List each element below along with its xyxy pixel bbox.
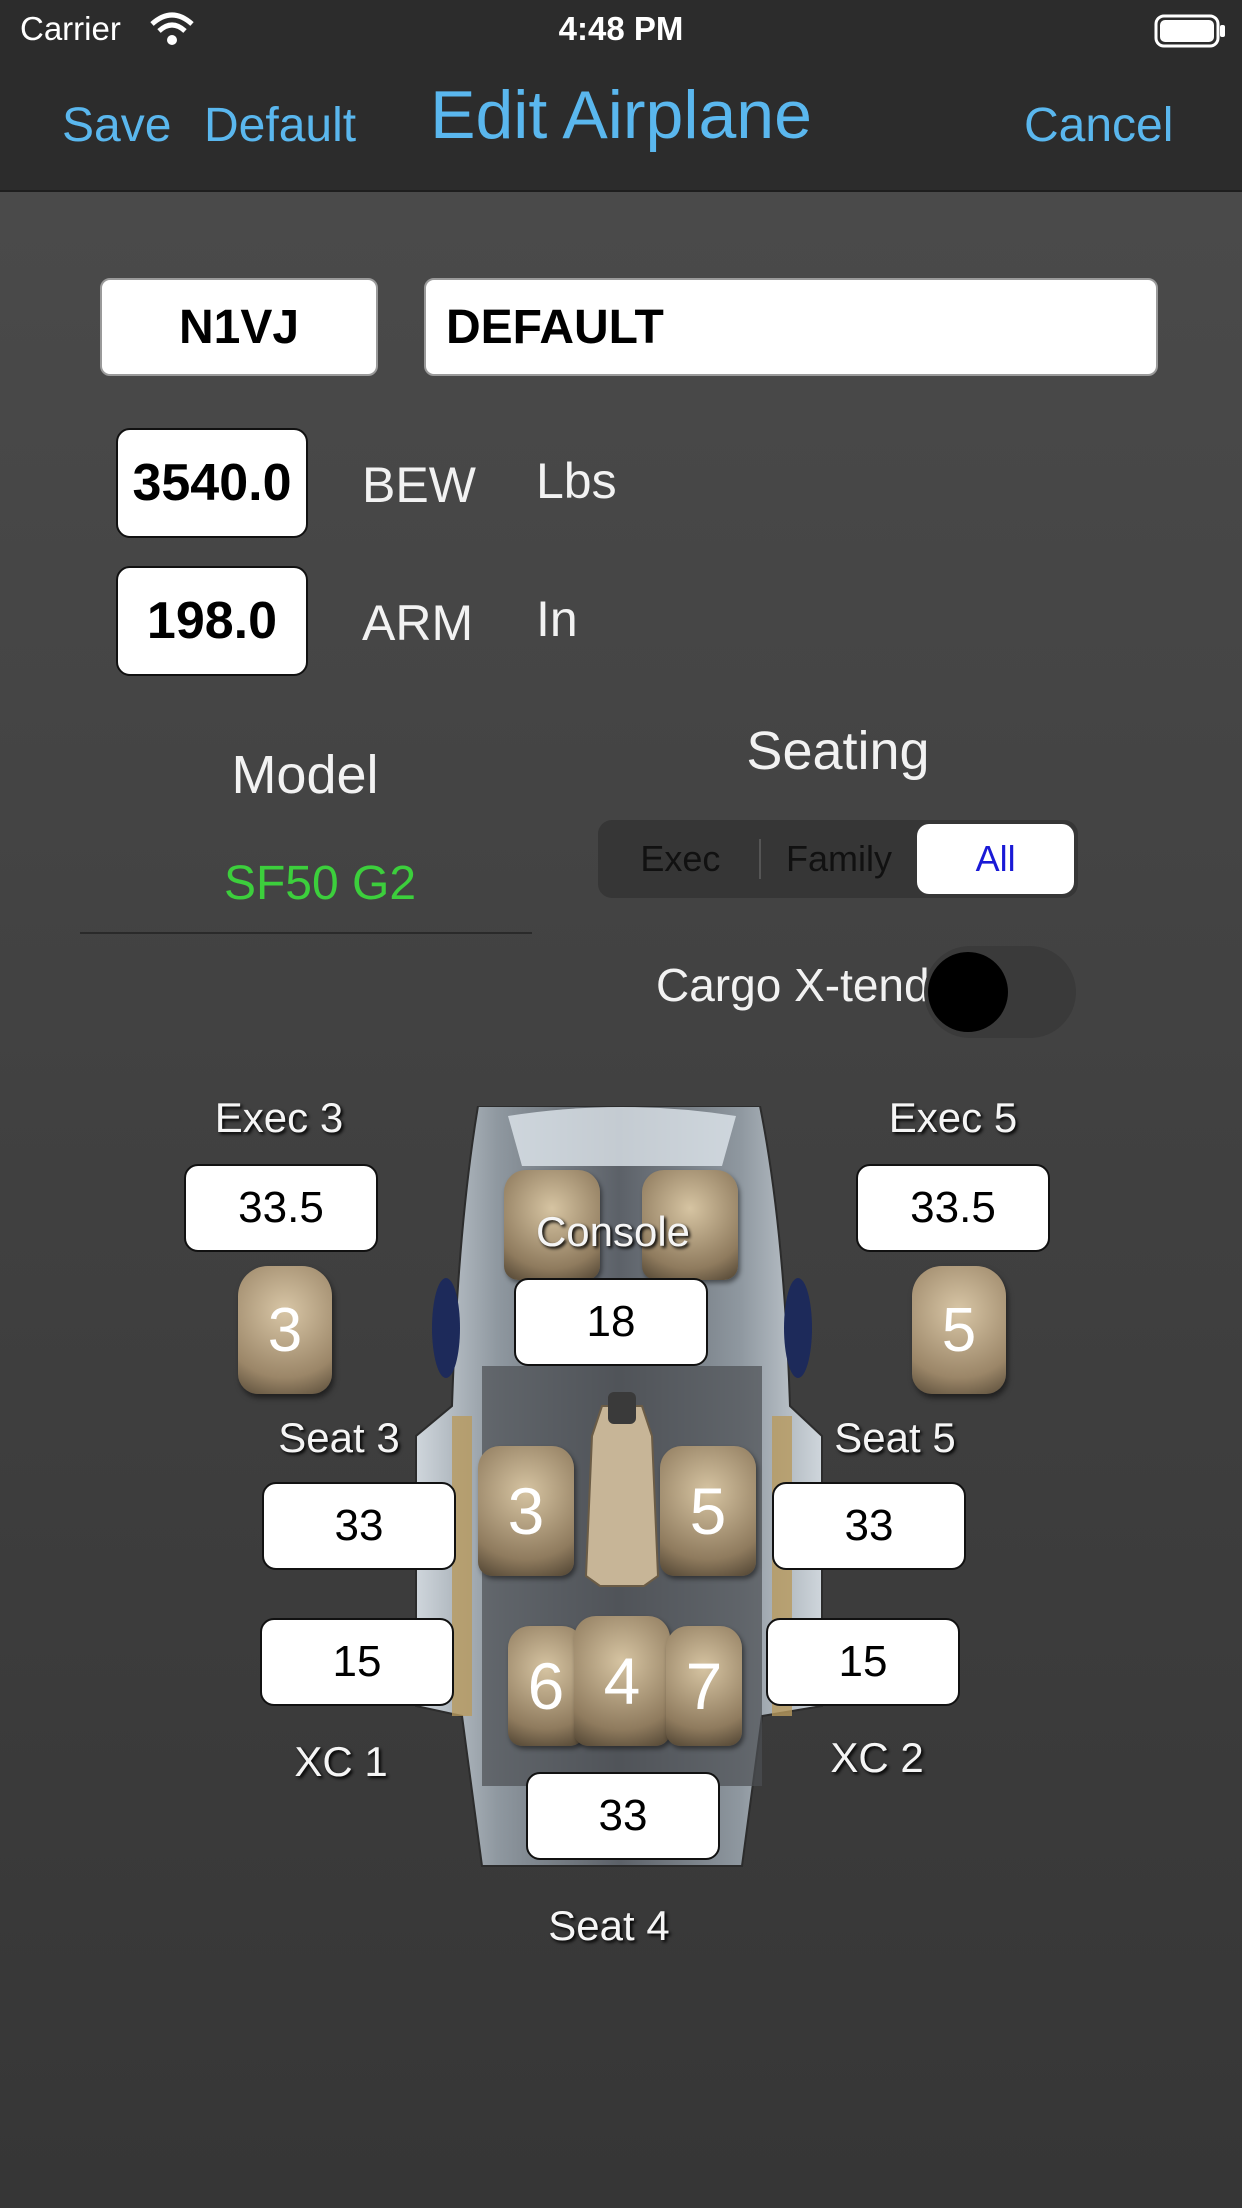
cabin-seat-3: 3 bbox=[478, 1446, 574, 1576]
seat4-arm-input[interactable]: 33 bbox=[526, 1772, 720, 1860]
bew-label: BEW bbox=[362, 457, 476, 513]
default-button[interactable]: Default bbox=[204, 98, 356, 153]
seat5-arm-input[interactable]: 33 bbox=[772, 1482, 966, 1570]
cargo-xtend-toggle[interactable] bbox=[924, 946, 1076, 1038]
seat5-label: Seat 5 bbox=[834, 1414, 956, 1461]
cancel-button[interactable]: Cancel bbox=[1024, 98, 1173, 153]
seating-option-all[interactable]: All bbox=[917, 824, 1075, 894]
model-label: Model bbox=[231, 745, 379, 805]
seat4-label: Seat 4 bbox=[548, 1902, 670, 1949]
arm-unit: In bbox=[536, 591, 578, 647]
console-label: Console bbox=[535, 1208, 691, 1255]
cabin-seat-5: 5 bbox=[660, 1446, 756, 1576]
bew-unit: Lbs bbox=[536, 453, 617, 509]
cabin-seat-6: 6 bbox=[508, 1626, 584, 1746]
seat3-label: Seat 3 bbox=[278, 1414, 400, 1461]
model-divider bbox=[80, 932, 532, 934]
seating-option-family[interactable]: Family bbox=[761, 824, 918, 894]
battery-icon bbox=[1154, 14, 1226, 53]
toggle-knob bbox=[928, 952, 1008, 1032]
exec5-seat-icon: 5 bbox=[912, 1266, 1006, 1394]
clock: 4:48 PM bbox=[558, 10, 684, 47]
xc2-arm-input[interactable]: 15 bbox=[766, 1618, 960, 1706]
arm-input[interactable]: 198.0 bbox=[116, 566, 308, 676]
cargo-xtend-label: Cargo X-tend: bbox=[656, 959, 943, 1011]
seating-segmented-control: Exec Family All bbox=[598, 820, 1078, 898]
seating-label: Seating bbox=[746, 721, 930, 781]
xc2-label: XC 2 bbox=[830, 1734, 924, 1781]
seating-option-exec[interactable]: Exec bbox=[602, 824, 759, 894]
xc1-arm-input[interactable]: 15 bbox=[260, 1618, 454, 1706]
exec5-label: Exec 5 bbox=[888, 1094, 1018, 1141]
save-button[interactable]: Save bbox=[62, 98, 171, 153]
arm-label: ARM bbox=[362, 595, 474, 651]
console-arm-input[interactable]: 18 bbox=[514, 1278, 708, 1366]
exec5-arm-input[interactable]: 33.5 bbox=[856, 1164, 1050, 1252]
navigation-bar: Edit Airplane Save Default Cancel bbox=[0, 60, 1242, 192]
exec3-label: Exec 3 bbox=[214, 1094, 344, 1141]
bew-input[interactable]: 3540.0 bbox=[116, 428, 308, 538]
seat3-arm-input[interactable]: 33 bbox=[262, 1482, 456, 1570]
status-bar: Carrier 4:48 PM bbox=[0, 0, 1242, 60]
cabin-seat-7: 7 bbox=[666, 1626, 742, 1746]
xc1-label: XC 1 bbox=[294, 1738, 388, 1785]
tail-number-field[interactable]: N1VJ bbox=[100, 278, 378, 376]
cabin-seat-4: 4 bbox=[574, 1616, 670, 1746]
exec3-arm-input[interactable]: 33.5 bbox=[184, 1164, 378, 1252]
exec3-seat-icon: 3 bbox=[238, 1266, 332, 1394]
model-picker[interactable]: SF50 G2 bbox=[80, 856, 560, 911]
config-name-field[interactable]: DEFAULT bbox=[424, 278, 1158, 376]
